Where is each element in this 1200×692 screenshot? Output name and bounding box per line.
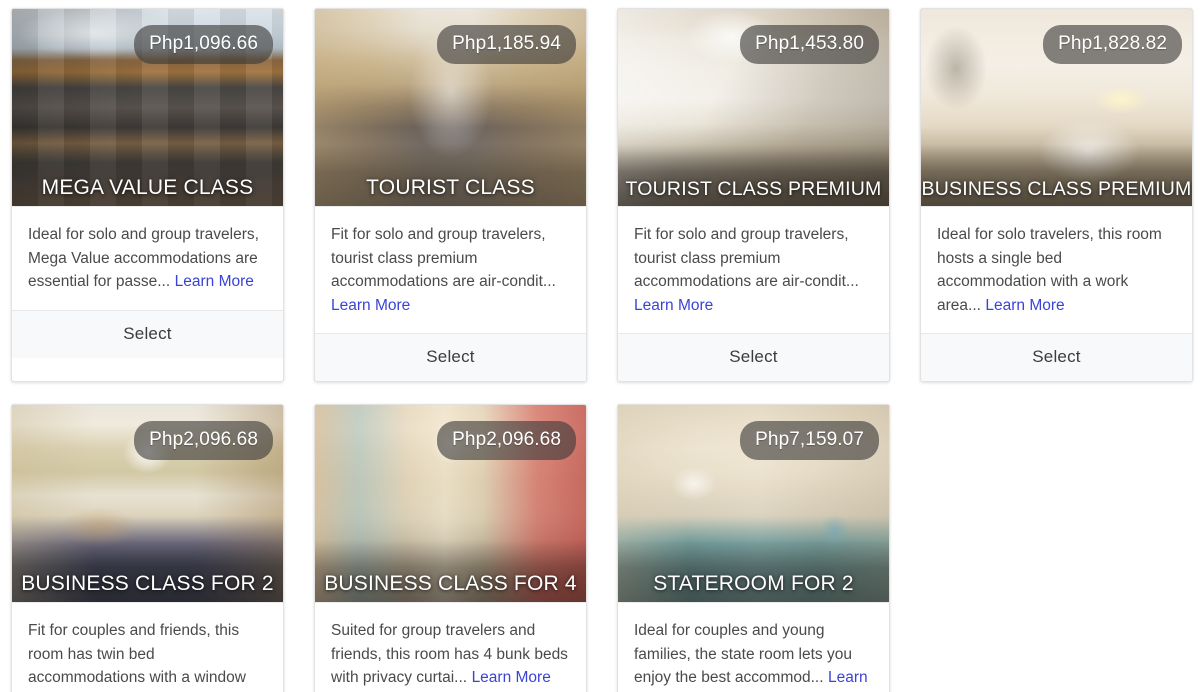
card-media: Php1,453.80 TOURIST CLASS PREMIUM — [618, 9, 889, 206]
select-button-label: Select — [729, 347, 777, 366]
cabin-card[interactable]: Php2,096.68 BUSINESS CLASS FOR 4 Suited … — [314, 404, 587, 692]
learn-more-link[interactable]: Learn More — [634, 297, 713, 314]
learn-more-link[interactable]: Learn More — [175, 273, 254, 290]
card-media: Php7,159.07 STATEROOM FOR 2 — [618, 405, 889, 602]
cabin-card[interactable]: Php1,185.94 TOURIST CLASS Fit for solo a… — [314, 8, 587, 382]
select-button-label: Select — [123, 324, 171, 343]
price-badge: Php7,159.07 — [740, 421, 879, 460]
card-body: Suited for group travelers and friends, … — [315, 602, 586, 692]
card-body: Fit for couples and friends, this room h… — [12, 602, 283, 692]
cabin-card[interactable]: Php1,096.66 MEGA VALUE CLASS Ideal for s… — [11, 8, 284, 382]
price-badge: Php1,453.80 — [740, 25, 879, 64]
learn-more-link[interactable]: Learn More — [331, 297, 410, 314]
select-button-label: Select — [426, 347, 474, 366]
cabin-card[interactable]: Php2,096.68 BUSINESS CLASS FOR 2 Fit for… — [11, 404, 284, 692]
cabin-card[interactable]: Php1,453.80 TOURIST CLASS PREMIUM Fit fo… — [617, 8, 890, 382]
card-media: Php1,828.82 BUSINESS CLASS PREMIUM — [921, 9, 1192, 206]
learn-more-link[interactable]: Learn More — [985, 297, 1064, 314]
price-badge: Php1,185.94 — [437, 25, 576, 64]
cabin-title: BUSINESS CLASS FOR 2 — [12, 572, 283, 596]
price-badge: Php2,096.68 — [437, 421, 576, 460]
cabin-description: Fit for couples and friends, this room h… — [28, 622, 246, 692]
price-badge: Php1,828.82 — [1043, 25, 1182, 64]
select-button[interactable]: Select — [618, 333, 889, 381]
price-badge: Php1,096.66 — [134, 25, 273, 64]
card-media: Php2,096.68 BUSINESS CLASS FOR 2 — [12, 405, 283, 602]
card-body: Ideal for couples and young families, th… — [618, 602, 889, 692]
cabin-description: Fit for solo and group travelers, touris… — [634, 226, 859, 290]
select-button[interactable]: Select — [921, 333, 1192, 381]
card-body: Ideal for solo and group travelers, Mega… — [12, 206, 283, 310]
card-body: Ideal for solo travelers, this room host… — [921, 206, 1192, 333]
cabin-options-grid: Php1,096.66 MEGA VALUE CLASS Ideal for s… — [0, 0, 1200, 692]
cabin-title: TOURIST CLASS PREMIUM — [618, 178, 889, 200]
cabin-title: STATEROOM FOR 2 — [618, 572, 889, 596]
cabin-description: Fit for solo and group travelers, touris… — [331, 226, 556, 290]
card-media: Php2,096.68 BUSINESS CLASS FOR 4 — [315, 405, 586, 602]
price-badge: Php2,096.68 — [134, 421, 273, 460]
card-body: Fit for solo and group travelers, touris… — [315, 206, 586, 333]
select-button[interactable]: Select — [12, 310, 283, 358]
card-media: Php1,185.94 TOURIST CLASS — [315, 9, 586, 206]
learn-more-link[interactable]: Learn More — [472, 669, 551, 686]
cabin-description: Ideal for couples and young families, th… — [634, 622, 852, 686]
cabin-title: BUSINESS CLASS FOR 4 — [315, 572, 586, 596]
cabin-title: MEGA VALUE CLASS — [12, 176, 283, 200]
select-button[interactable]: Select — [315, 333, 586, 381]
card-body: Fit for solo and group travelers, touris… — [618, 206, 889, 333]
card-media: Php1,096.66 MEGA VALUE CLASS — [12, 9, 283, 206]
cabin-card[interactable]: Php7,159.07 STATEROOM FOR 2 Ideal for co… — [617, 404, 890, 692]
select-button-label: Select — [1032, 347, 1080, 366]
cabin-title: BUSINESS CLASS PREMIUM — [921, 178, 1192, 200]
cabin-card[interactable]: Php1,828.82 BUSINESS CLASS PREMIUM Ideal… — [920, 8, 1193, 382]
cabin-title: TOURIST CLASS — [315, 176, 586, 200]
